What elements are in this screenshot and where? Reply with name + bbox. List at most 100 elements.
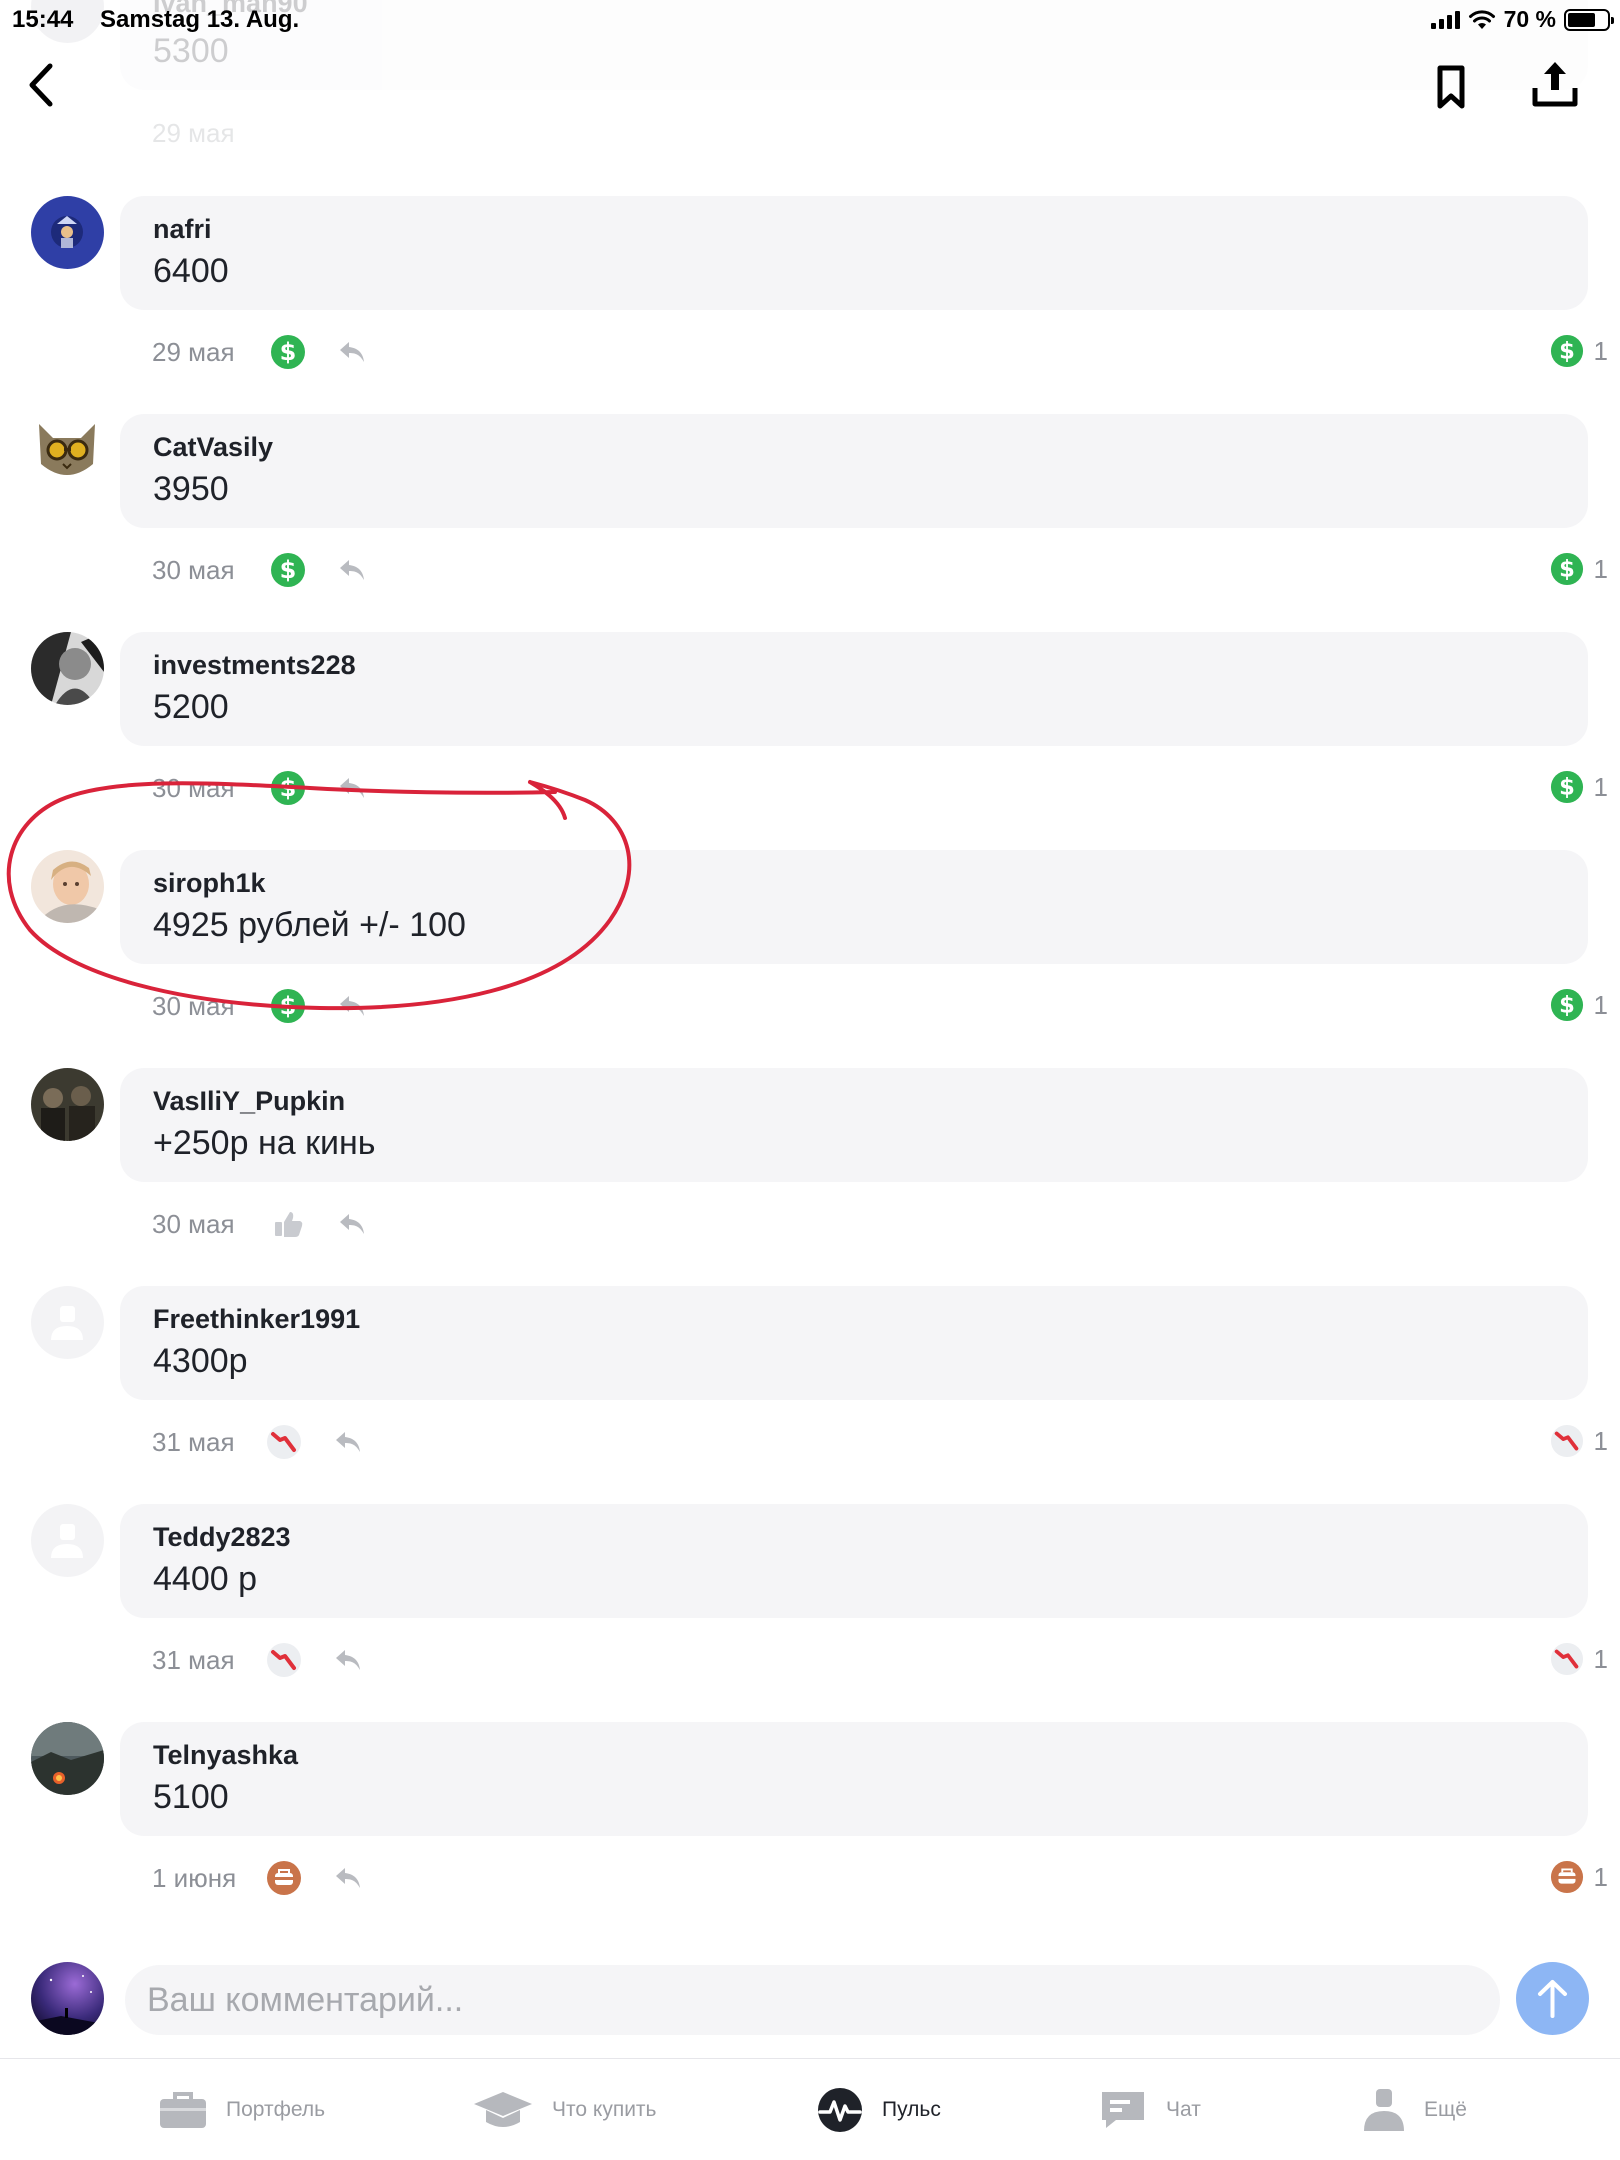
- comment-username[interactable]: nafri: [153, 214, 212, 245]
- reply-button[interactable]: [332, 1862, 364, 1894]
- reply-button[interactable]: [332, 1426, 364, 1458]
- reaction-button[interactable]: [266, 1860, 302, 1896]
- reply-button[interactable]: [332, 1644, 364, 1676]
- comment-text: 4300р: [153, 1342, 248, 1380]
- reaction-button[interactable]: [270, 1206, 306, 1242]
- reaction-count: 1: [1593, 335, 1608, 366]
- bag-icon: [1550, 1860, 1583, 1894]
- reaction-summary[interactable]: $ 1: [1550, 770, 1608, 804]
- reaction-button[interactable]: $: [270, 770, 306, 806]
- avatar[interactable]: [31, 1722, 104, 1795]
- tab-chat[interactable]: Чат: [1098, 2059, 1201, 2160]
- svg-text:$: $: [280, 556, 297, 584]
- share-button[interactable]: [1530, 58, 1580, 112]
- avatar[interactable]: [31, 1286, 104, 1359]
- reaction-summary[interactable]: $ 1: [1550, 988, 1608, 1022]
- reaction-summary[interactable]: $ 1: [1550, 334, 1608, 368]
- comment-bubble: Freethinker1991 4300р: [120, 1286, 1588, 1400]
- dollar-coin-icon: $: [1550, 988, 1583, 1022]
- reply-button[interactable]: [336, 336, 368, 368]
- reaction-summary[interactable]: 1: [1550, 1860, 1608, 1894]
- avatar[interactable]: [31, 1504, 104, 1577]
- reaction-summary[interactable]: $ 1: [1550, 552, 1608, 586]
- tab-pulse[interactable]: Пульс: [816, 2059, 941, 2160]
- reaction-count: 1: [1593, 771, 1608, 802]
- chat-icon: [1102, 2092, 1144, 2128]
- comment-date: 30 мая: [152, 991, 235, 1021]
- chevron-left-icon: [29, 63, 53, 107]
- status-time: 15:44: [12, 6, 74, 33]
- reaction-count: 1: [1593, 989, 1608, 1020]
- comment-item: nafri 6400 29 мая $ $ 1: [0, 196, 1620, 396]
- avatar[interactable]: [31, 850, 104, 923]
- comment-username[interactable]: investments228: [153, 650, 356, 681]
- tab-label: Ещё: [1424, 2098, 1467, 2121]
- reply-button[interactable]: [336, 772, 368, 804]
- svg-text:$: $: [280, 774, 297, 802]
- comment-text: +250р на кинь: [153, 1124, 376, 1162]
- comment-bubble: Teddy2823 4400 р: [120, 1504, 1588, 1618]
- tab-label: Что купить: [552, 2098, 657, 2121]
- reply-button[interactable]: [336, 554, 368, 586]
- comment-bubble: CatVasily 3950: [120, 414, 1588, 528]
- comment-date: 31 мая: [152, 1645, 235, 1675]
- dollar-coin-icon: $: [271, 335, 305, 369]
- comment-text: 4400 р: [153, 1560, 257, 1598]
- wifi-icon: [1468, 9, 1495, 29]
- comment-username[interactable]: VasIliY_Pupkin: [153, 1086, 345, 1117]
- graduation-cap-icon: [474, 2092, 532, 2127]
- reaction-count: 1: [1593, 553, 1608, 584]
- reaction-button[interactable]: $: [270, 552, 306, 588]
- comment-item: siroph1k 4925 рублей +/- 100 30 мая $ $ …: [0, 850, 1620, 1050]
- dollar-coin-icon: $: [1550, 552, 1583, 586]
- person-icon: [1364, 2089, 1404, 2131]
- arrow-up-icon: [1538, 1980, 1567, 2018]
- avatar[interactable]: [31, 196, 104, 269]
- reply-arrow-icon: [340, 560, 364, 580]
- comment-item: Freethinker1991 4300р 31 мая 1: [0, 1286, 1620, 1486]
- tab-bar: Портфель Что купить Пульс Чат Ещё: [0, 2058, 1620, 2160]
- tab-what-to-buy[interactable]: Что купить: [472, 2059, 656, 2160]
- bookmark-button[interactable]: [1428, 62, 1474, 112]
- reply-arrow-icon: [340, 996, 364, 1016]
- avatar[interactable]: [31, 414, 104, 487]
- reaction-button[interactable]: [266, 1424, 302, 1460]
- down-chart-icon: [267, 1643, 301, 1677]
- pulse-icon: [818, 2088, 862, 2132]
- battery-percent: 70 %: [1503, 6, 1556, 32]
- svg-text:$: $: [1559, 775, 1575, 801]
- reply-button[interactable]: [336, 990, 368, 1022]
- comment-item: CatVasily 3950 30 мая $ $ 1: [0, 414, 1620, 614]
- reaction-summary[interactable]: 1: [1550, 1642, 1608, 1676]
- comment-input[interactable]: [125, 1965, 1500, 2035]
- comment-text: 6400: [153, 252, 229, 290]
- dollar-coin-icon: $: [1550, 334, 1583, 368]
- comment-bubble: siroph1k 4925 рублей +/- 100: [120, 850, 1588, 964]
- reaction-button[interactable]: [266, 1642, 302, 1678]
- tab-more[interactable]: Ещё: [1362, 2059, 1467, 2160]
- tab-portfolio[interactable]: Портфель: [158, 2059, 325, 2160]
- reaction-button[interactable]: $: [270, 988, 306, 1024]
- dollar-coin-icon: $: [271, 771, 305, 805]
- reply-arrow-icon: [336, 1868, 360, 1888]
- reaction-summary[interactable]: 1: [1550, 1424, 1608, 1458]
- comment-username[interactable]: Telnyashka: [153, 1740, 298, 1771]
- bookmark-icon: [1437, 65, 1465, 109]
- avatar[interactable]: [31, 1068, 104, 1141]
- comment-username[interactable]: Freethinker1991: [153, 1304, 360, 1335]
- comment-username[interactable]: CatVasily: [153, 432, 273, 463]
- tab-label: Портфель: [226, 2098, 326, 2121]
- avatar[interactable]: [31, 632, 104, 705]
- comment-username[interactable]: Teddy2823: [153, 1522, 291, 1553]
- comment-date: 30 мая: [152, 1209, 235, 1239]
- my-avatar[interactable]: [31, 1962, 104, 2035]
- comment-date: 1 июня: [152, 1863, 237, 1893]
- reply-button[interactable]: [336, 1208, 368, 1240]
- reply-arrow-icon: [336, 1432, 360, 1452]
- back-button[interactable]: [20, 60, 64, 110]
- default-avatar-icon: [51, 1524, 83, 1558]
- send-button[interactable]: [1516, 1962, 1589, 2035]
- svg-text:$: $: [1559, 557, 1575, 583]
- reaction-button[interactable]: $: [270, 334, 306, 370]
- comment-username[interactable]: siroph1k: [153, 868, 266, 899]
